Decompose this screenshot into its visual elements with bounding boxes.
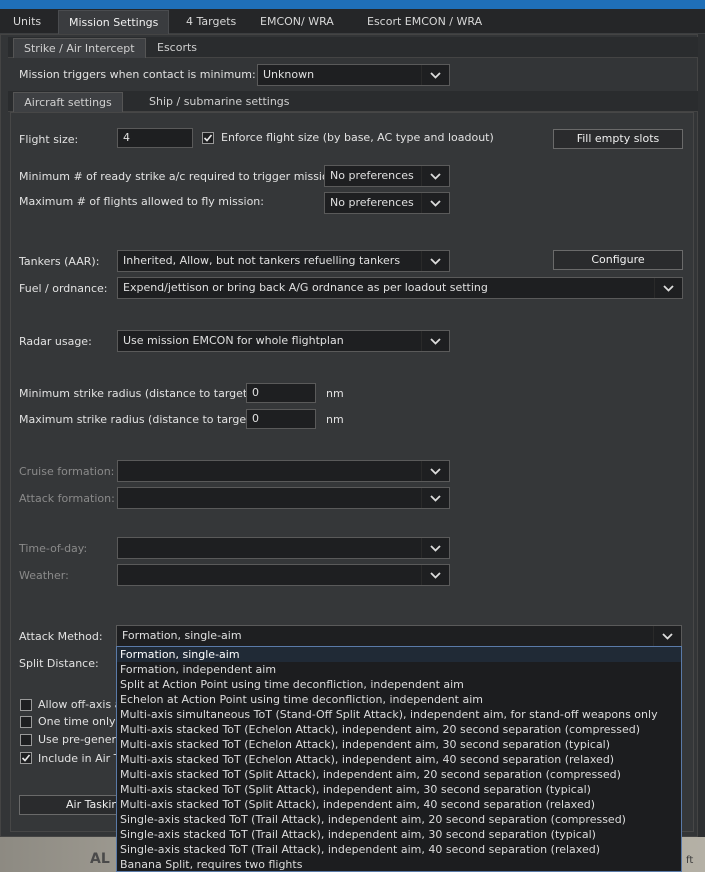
chevron-down-icon (421, 251, 449, 271)
attack-method-option[interactable]: Single-axis stacked ToT (Trail Attack), … (117, 812, 681, 827)
min-strike-radius-unit: nm (326, 387, 344, 400)
include-in-air-tasking-checkbox[interactable] (20, 752, 32, 764)
chevron-down-icon (421, 65, 449, 85)
chevron-down-icon (421, 193, 449, 213)
checkmark-icon (21, 754, 31, 762)
tab-ship-submarine-settings[interactable]: Ship / submarine settings (139, 92, 300, 112)
chevron-down-icon (421, 461, 449, 481)
weather-select[interactable] (117, 564, 450, 586)
tab-escort-emcon-wra[interactable]: Escort EMCON / WRA (357, 10, 492, 34)
attack-method-option[interactable]: Echelon at Action Point using time decon… (117, 692, 681, 707)
attack-method-option[interactable]: Single-axis stacked ToT (Trail Attack), … (117, 827, 681, 842)
enforce-flight-size-label: Enforce flight size (by base, AC type an… (221, 131, 494, 144)
map-label: AL (90, 851, 110, 867)
max-flights-label: Maximum # of flights allowed to fly miss… (19, 195, 264, 208)
fuel-ordnance-value: Expend/jettison or bring back A/G ordnan… (123, 281, 488, 294)
max-strike-radius-label: Maximum strike radius (distance to targe… (19, 413, 259, 426)
attack-formation-label: Attack formation: (19, 492, 115, 505)
attack-method-select[interactable]: Formation, single-aim (116, 625, 682, 647)
chevron-down-icon (653, 626, 681, 646)
attack-method-option[interactable]: Multi-axis stacked ToT (Split Attack), i… (117, 782, 681, 797)
cruise-formation-select[interactable] (117, 460, 450, 482)
min-strike-radius-input[interactable]: 0 (246, 383, 316, 403)
chevron-down-icon (421, 331, 449, 351)
attack-method-option[interactable]: Split at Action Point using time deconfl… (117, 677, 681, 692)
tab-emcon-wra[interactable]: EMCON/ WRA (250, 10, 344, 34)
cruise-formation-label: Cruise formation: (19, 465, 115, 478)
allow-off-axis-checkbox[interactable] (20, 699, 32, 711)
max-flights-select[interactable]: No preferences (324, 192, 450, 214)
radar-usage-value: Use mission EMCON for whole flightplan (123, 334, 344, 347)
chevron-down-icon (421, 166, 449, 186)
allow-off-axis-label: Allow off-axis a (38, 698, 122, 711)
min-strike-radius-label: Minimum strike radius (distance to targe… (19, 387, 256, 400)
attack-method-label: Attack Method: (19, 630, 103, 643)
min-ready-select[interactable]: No preferences (324, 165, 450, 187)
chevron-down-icon (421, 488, 449, 508)
attack-method-option[interactable]: Formation, independent aim (117, 662, 681, 677)
tab-mission-settings[interactable]: Mission Settings (58, 10, 170, 34)
tankers-value: Inherited, Allow, but not tankers refuel… (123, 254, 401, 267)
attack-method-option[interactable]: Single-axis stacked ToT (Trail Attack), … (117, 842, 681, 857)
radar-usage-label: Radar usage: (19, 335, 92, 348)
max-strike-radius-input[interactable]: 0 (246, 409, 316, 429)
attack-method-option[interactable]: Multi-axis stacked ToT (Split Attack), i… (117, 767, 681, 782)
use-pre-generated-checkbox[interactable] (20, 734, 32, 746)
weather-label: Weather: (19, 569, 69, 582)
chevron-down-icon (421, 538, 449, 558)
max-flights-value: No preferences (330, 196, 414, 209)
window-top-strip (0, 0, 705, 9)
flight-size-input[interactable]: 4 (117, 128, 193, 148)
attack-method-value: Formation, single-aim (122, 629, 242, 642)
attack-formation-select[interactable] (117, 487, 450, 509)
tab-aircraft-settings[interactable]: Aircraft settings (13, 92, 123, 112)
map-corner-label: ft (686, 855, 694, 866)
attack-method-option[interactable]: Formation, single-aim (117, 647, 681, 662)
trigger-select[interactable]: Unknown (257, 64, 450, 86)
attack-method-option[interactable]: Multi-axis stacked ToT (Echelon Attack),… (117, 752, 681, 767)
tankers-label: Tankers (AAR): (19, 255, 100, 268)
tab-units[interactable]: Units (3, 10, 51, 34)
one-time-only-checkbox[interactable] (20, 716, 32, 728)
fill-empty-slots-button[interactable]: Fill empty slots (553, 129, 683, 149)
tab-strike-air-intercept[interactable]: Strike / Air Intercept (13, 38, 146, 58)
flight-size-label: Flight size: (19, 133, 79, 146)
max-strike-radius-unit: nm (326, 413, 344, 426)
attack-method-option[interactable]: Multi-axis stacked ToT (Echelon Attack),… (117, 737, 681, 752)
min-ready-label: Minimum # of ready strike a/c required t… (19, 170, 340, 183)
fuel-ordnance-label: Fuel / ordnance: (19, 282, 108, 295)
chevron-down-icon (654, 278, 682, 298)
checkmark-icon (203, 134, 213, 142)
attack-method-dropdown-list: Formation, single-aim Formation, indepen… (116, 646, 682, 872)
trigger-label: Mission triggers when contact is minimum… (19, 68, 256, 81)
trigger-value: Unknown (263, 68, 315, 81)
attack-method-option[interactable]: Multi-axis stacked ToT (Echelon Attack),… (117, 722, 681, 737)
attack-method-option[interactable]: Banana Split, requires two flights (117, 857, 681, 871)
tab-targets[interactable]: 4 Targets (176, 10, 246, 34)
one-time-only-label: One time only ( (38, 715, 124, 728)
attack-method-option[interactable]: Multi-axis stacked ToT (Split Attack), i… (117, 797, 681, 812)
use-pre-generated-label: Use pre-genera (38, 733, 123, 746)
radar-usage-select[interactable]: Use mission EMCON for whole flightplan (117, 330, 450, 352)
attack-method-option[interactable]: Multi-axis simultaneous ToT (Stand-Off S… (117, 707, 681, 722)
time-of-day-label: Time-of-day: (19, 542, 88, 555)
split-distance-label: Split Distance: (19, 657, 99, 670)
fuel-ordnance-select[interactable]: Expend/jettison or bring back A/G ordnan… (117, 277, 683, 299)
tankers-select[interactable]: Inherited, Allow, but not tankers refuel… (117, 250, 450, 272)
min-ready-value: No preferences (330, 169, 414, 182)
tab-escorts[interactable]: Escorts (147, 38, 207, 58)
enforce-flight-size-checkbox[interactable] (202, 132, 214, 144)
chevron-down-icon (421, 565, 449, 585)
configure-button[interactable]: Configure (553, 250, 683, 270)
include-in-air-tasking-label: Include in Air Ta (38, 752, 126, 765)
time-of-day-select[interactable] (117, 537, 450, 559)
